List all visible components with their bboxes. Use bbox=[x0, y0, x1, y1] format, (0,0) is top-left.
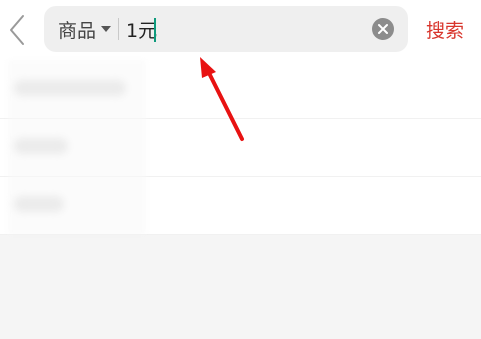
clear-circle-x-icon bbox=[378, 24, 388, 34]
suggestion-text bbox=[14, 138, 68, 154]
text-caret bbox=[154, 18, 156, 42]
search-box: 商品 bbox=[44, 6, 408, 52]
suggestion-item[interactable] bbox=[0, 60, 481, 119]
caret-down-icon bbox=[101, 26, 112, 32]
search-input[interactable] bbox=[126, 14, 356, 44]
category-label: 商品 bbox=[58, 19, 97, 42]
back-button[interactable] bbox=[4, 12, 30, 48]
clear-button[interactable] bbox=[372, 18, 394, 40]
back-chevron-icon bbox=[10, 15, 24, 45]
divider bbox=[118, 18, 119, 40]
search-header: 商品 搜索 bbox=[0, 0, 481, 60]
suggestion-list bbox=[0, 60, 481, 235]
suggestion-item[interactable] bbox=[0, 118, 481, 177]
suggestion-item[interactable] bbox=[0, 176, 481, 235]
category-dropdown[interactable]: 商品 bbox=[58, 6, 112, 52]
suggestion-text bbox=[14, 196, 64, 212]
search-button[interactable]: 搜索 bbox=[426, 16, 464, 43]
suggestion-text bbox=[14, 80, 126, 96]
